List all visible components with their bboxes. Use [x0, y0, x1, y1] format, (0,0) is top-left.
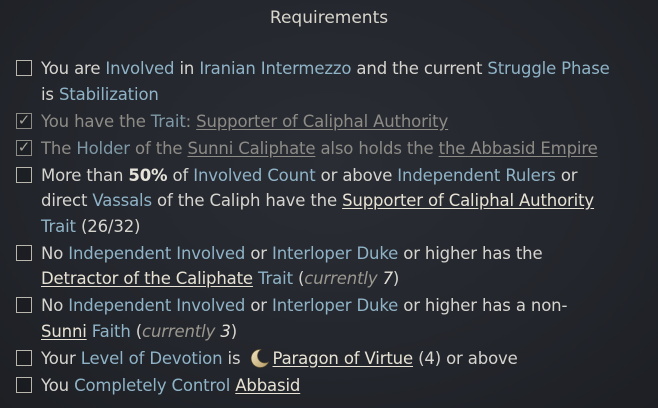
- trait-link[interactable]: Supporter of Caliphal Authority: [196, 112, 448, 131]
- requirement-item: No Independent Involved or Interloper Du…: [14, 293, 644, 344]
- text: of the: [129, 138, 188, 158]
- tooltip-keyword[interactable]: Duke: [356, 244, 398, 263]
- progress-count: (26/32): [75, 216, 141, 236]
- text: More than: [41, 165, 129, 185]
- requirement-item: No Independent Involved or Interloper Du…: [14, 241, 644, 292]
- requirement-item: ✓ The Holder of the Sunni Caliphate also…: [14, 136, 644, 162]
- text: You have the: [41, 111, 151, 131]
- tooltip-keyword[interactable]: Interloper: [272, 296, 351, 315]
- text: or higher has a non-: [398, 296, 568, 315]
- tooltip-keyword[interactable]: Struggle Phase: [487, 59, 609, 78]
- tooltip-keyword[interactable]: Vassals: [92, 191, 152, 210]
- trait-link[interactable]: Supporter of Caliphal Authority: [342, 191, 594, 210]
- unchecked-checkbox-icon: [16, 166, 32, 183]
- text: (: [292, 269, 305, 288]
- requirement-item: You Completely Control Abbasid: [14, 373, 644, 399]
- text: and the current: [351, 59, 488, 78]
- requirements-title: Requirements: [269, 8, 389, 28]
- requirement-item: You are Involved in Iranian Intermezzo a…: [14, 56, 644, 107]
- tooltip-keyword[interactable]: Trait: [41, 217, 76, 236]
- text: is: [222, 348, 246, 368]
- text: The: [41, 138, 77, 158]
- current-label: currently: [142, 321, 221, 341]
- requirement-item: Your Level of Devotion is Paragon of Vir…: [14, 346, 644, 372]
- trait-link[interactable]: Detractor of the Caliphate: [41, 269, 253, 288]
- current-value: 3: [220, 321, 231, 341]
- text: also holds the: [315, 138, 439, 158]
- tooltip-keyword[interactable]: Duke: [356, 296, 398, 315]
- text: (: [130, 321, 143, 341]
- tooltip-keyword[interactable]: Independent: [68, 296, 171, 315]
- tooltip-keyword[interactable]: Involved: [193, 166, 262, 185]
- tooltip-keyword[interactable]: Rulers: [505, 166, 556, 185]
- unchecked-checkbox-icon: [16, 60, 32, 76]
- current-count: currently 7: [304, 269, 393, 288]
- tooltip-keyword[interactable]: Count: [267, 166, 315, 185]
- current-value: 7: [382, 269, 394, 288]
- tooltip-keyword[interactable]: Level of Devotion: [81, 349, 223, 368]
- current-label: currently: [304, 269, 383, 288]
- tooltip-keyword[interactable]: Independent: [397, 166, 500, 185]
- tooltip-keyword[interactable]: Trait: [151, 112, 186, 131]
- text: ): [392, 269, 400, 288]
- tooltip-keyword[interactable]: Involved: [105, 59, 174, 78]
- checkmark-checkbox-icon: ✓: [16, 110, 32, 129]
- text: Your: [41, 348, 81, 368]
- text: No: [41, 243, 69, 263]
- tooltip-keyword[interactable]: Stabilization: [59, 85, 159, 104]
- tooltip-keyword[interactable]: Involved: [176, 244, 245, 263]
- text: You are: [41, 59, 106, 78]
- tooltip-keyword[interactable]: Faith: [92, 322, 131, 341]
- checkmark-checkbox-icon: ✓: [16, 137, 32, 156]
- unchecked-checkbox-icon: [16, 376, 32, 393]
- unchecked-checkbox-icon: [16, 349, 32, 366]
- text: ): [230, 321, 237, 341]
- title-link[interactable]: the Abbasid Empire: [439, 139, 598, 158]
- tooltip-keyword[interactable]: Interloper: [272, 244, 351, 263]
- crescent-moon-icon: [250, 348, 269, 368]
- requirements-list: You are Involved in Iranian Intermezzo a…: [14, 56, 644, 400]
- text: is: [41, 84, 59, 104]
- text: or higher has the: [398, 243, 543, 263]
- text: of the Caliph have the: [151, 191, 343, 210]
- tooltip-keyword[interactable]: Holder: [76, 139, 130, 158]
- unchecked-checkbox-icon: [16, 297, 32, 313]
- text: or above: [315, 165, 398, 185]
- text: (4) or above: [413, 348, 518, 368]
- text: You: [41, 375, 75, 395]
- requirement-item: More than 50% of Involved Count or above…: [14, 163, 644, 240]
- text: No: [41, 296, 69, 315]
- unchecked-checkbox-icon: [16, 244, 32, 261]
- text: or: [245, 243, 273, 263]
- tooltip-keyword[interactable]: Completely Control: [74, 376, 230, 395]
- text: of: [167, 165, 194, 185]
- current-count: currently 3: [142, 322, 231, 341]
- tooltip-keyword[interactable]: Involved: [176, 296, 245, 315]
- tooltip-keyword[interactable]: Independent: [68, 244, 171, 263]
- text: :: [185, 111, 197, 131]
- faith-link[interactable]: Sunni: [41, 322, 87, 341]
- text: or: [245, 296, 273, 315]
- title-link[interactable]: Sunni Caliphate: [187, 139, 315, 158]
- text: in: [174, 59, 200, 78]
- text: or: [555, 165, 578, 185]
- requirement-item: ✓ You have the Trait: Supporter of Calip…: [14, 109, 644, 135]
- tooltip-keyword[interactable]: Trait: [258, 269, 293, 288]
- devotion-level-link[interactable]: Paragon of Virtue: [273, 349, 414, 368]
- title-link[interactable]: Abbasid: [235, 376, 300, 395]
- text: direct: [41, 191, 93, 210]
- tooltip-keyword[interactable]: Iranian Intermezzo: [199, 59, 351, 78]
- percentage: 50%: [128, 165, 168, 185]
